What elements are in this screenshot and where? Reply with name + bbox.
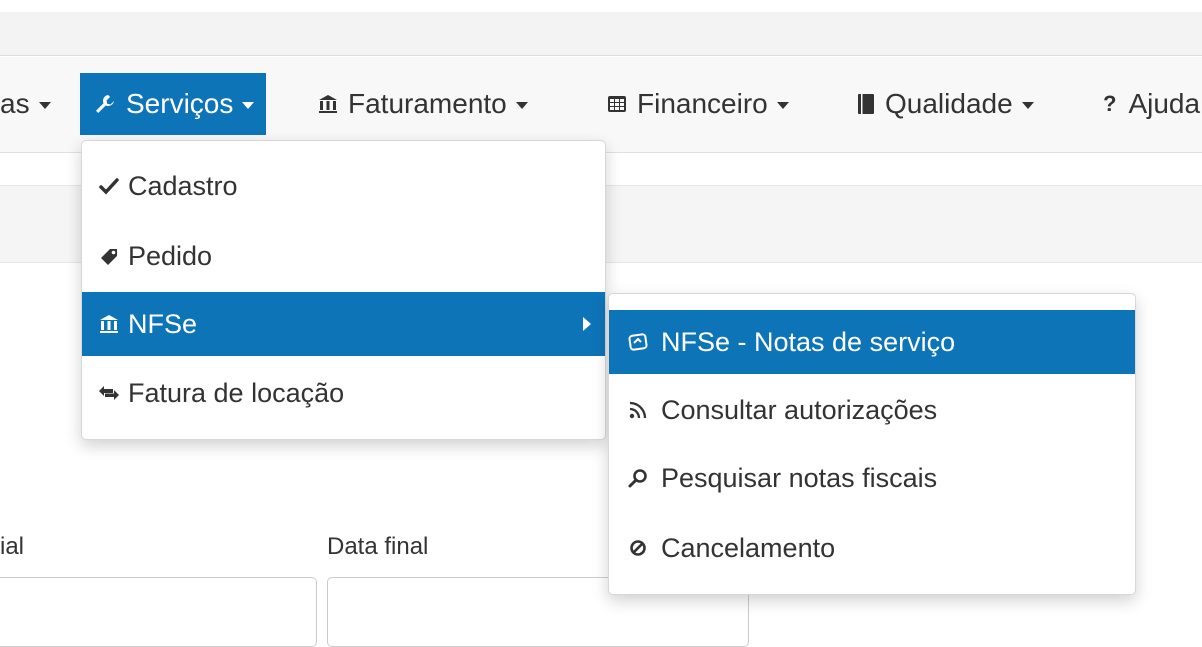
tag-icon bbox=[98, 246, 120, 266]
nav-item-label: Qualidade bbox=[885, 88, 1013, 119]
menu-item-fatura-locacao[interactable]: Fatura de locação bbox=[82, 361, 605, 425]
exchange-icon bbox=[98, 384, 120, 402]
nav-item-ajuda[interactable]: ? Ajuda bbox=[1103, 73, 1200, 135]
menu-item-label: NFSe bbox=[128, 308, 198, 339]
submenu-item-notas-servico[interactable]: NFSe - Notas de serviço bbox=[609, 310, 1135, 374]
nav-item-faturamento[interactable]: Faturamento bbox=[318, 73, 528, 135]
bank-icon bbox=[98, 314, 120, 334]
servicos-dropdown: Cadastro Pedido NFSe Fatura de locação bbox=[81, 140, 606, 440]
menu-item-label: Fatura de locação bbox=[128, 377, 345, 408]
main-navbar: as Serviços Faturamento Financeiro Quali… bbox=[0, 57, 1202, 153]
search-icon bbox=[627, 468, 649, 488]
caret-down-icon bbox=[776, 102, 789, 109]
menu-item-cadastro[interactable]: Cadastro bbox=[82, 154, 605, 218]
question-icon: ? bbox=[1103, 91, 1117, 116]
nav-item-financeiro[interactable]: Financeiro bbox=[607, 73, 789, 135]
start-date-label: ial bbox=[0, 533, 25, 560]
submenu-item-label: Consultar autorizações bbox=[661, 394, 938, 425]
wrench-icon bbox=[94, 93, 116, 115]
caret-down-icon bbox=[242, 102, 255, 109]
submenu-item-pesquisar-notas[interactable]: Pesquisar notas fiscais bbox=[609, 446, 1135, 510]
submenu-item-label: NFSe - Notas de serviço bbox=[661, 326, 956, 357]
nav-item-servicos[interactable]: Serviços bbox=[80, 73, 267, 135]
caret-down-icon bbox=[1021, 102, 1034, 109]
start-date-input[interactable] bbox=[0, 577, 317, 647]
submenu-item-label: Cancelamento bbox=[661, 532, 836, 563]
nav-item-previous[interactable]: as bbox=[0, 73, 51, 135]
top-header bbox=[0, 0, 1202, 56]
nfse-submenu: NFSe - Notas de serviço Consultar autori… bbox=[608, 293, 1136, 595]
nav-item-label: Financeiro bbox=[637, 88, 768, 119]
nav-item-label: Serviços bbox=[126, 88, 234, 119]
caret-down-icon bbox=[38, 102, 51, 109]
chevron-right-icon bbox=[583, 317, 591, 331]
submenu-item-label: Pesquisar notas fiscais bbox=[661, 462, 938, 493]
table-icon bbox=[607, 95, 627, 113]
nav-item-label: Ajuda bbox=[1128, 88, 1201, 119]
submenu-item-cancelamento[interactable]: Cancelamento bbox=[609, 516, 1135, 580]
bank-icon bbox=[318, 94, 338, 114]
book-icon bbox=[857, 93, 875, 115]
ban-icon bbox=[627, 539, 649, 557]
caret-down-icon bbox=[515, 102, 528, 109]
submenu-item-consultar-autorizacoes[interactable]: Consultar autorizações bbox=[609, 378, 1135, 442]
nav-item-label: as bbox=[0, 88, 30, 119]
menu-item-label: Cadastro bbox=[128, 170, 238, 201]
rss-icon bbox=[627, 401, 649, 419]
end-date-label: Data final bbox=[327, 533, 429, 560]
nav-item-label: Faturamento bbox=[348, 88, 507, 119]
document-icon bbox=[627, 332, 649, 352]
menu-item-nfse[interactable]: NFSe bbox=[82, 292, 605, 356]
check-icon bbox=[98, 177, 120, 195]
menu-item-pedido[interactable]: Pedido bbox=[82, 224, 605, 288]
top-header-bar bbox=[0, 12, 1202, 56]
nav-item-qualidade[interactable]: Qualidade bbox=[857, 73, 1034, 135]
menu-item-label: Pedido bbox=[128, 240, 213, 271]
